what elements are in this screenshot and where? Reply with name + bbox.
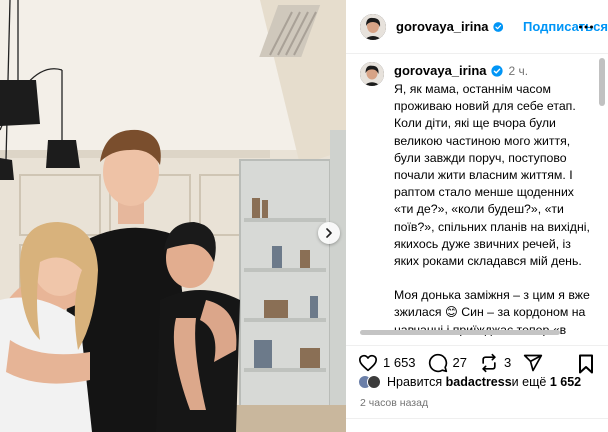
scrollbar-thumb[interactable] <box>599 58 605 106</box>
like-button[interactable]: 1 653 <box>358 354 416 372</box>
caption-paragraph: Моя донька заміжня – з цим я вже зжилася… <box>394 287 594 336</box>
comments-area[interactable]: gorovaya_irina 2 ч. Я, як мама, останнім … <box>346 54 608 336</box>
header-username[interactable]: gorovaya_irina <box>396 19 489 34</box>
avatar <box>367 375 381 389</box>
liked-by-avatars <box>358 375 381 389</box>
next-photo-button[interactable] <box>318 222 340 244</box>
action-bar: 1 653 27 3 <box>346 345 608 379</box>
caption-username[interactable]: gorovaya_irina <box>394 63 487 78</box>
caption: gorovaya_irina 2 ч. Я, як мама, останнім … <box>346 54 608 336</box>
chevron-right-icon <box>326 228 332 238</box>
caption-avatar[interactable] <box>360 62 384 86</box>
liked-by[interactable]: Нравится badactress и ещё 1 652 <box>358 375 581 389</box>
scrollbar-thumb[interactable] <box>360 330 560 335</box>
comment-button[interactable]: 27 <box>428 353 467 373</box>
bookmark-icon[interactable] <box>578 354 594 374</box>
verified-badge-icon <box>490 65 503 77</box>
family-photo-illustration <box>0 0 346 432</box>
vertical-scrollbar[interactable] <box>598 56 606 332</box>
caption-paragraph: Я, як мама, останнім часом проживаю нови… <box>394 82 590 269</box>
post-timestamp[interactable]: 2 часов назад <box>360 397 428 409</box>
liked-by-prefix: Нравится <box>387 375 443 389</box>
avatar[interactable] <box>360 13 386 40</box>
liked-by-others[interactable]: 1 652 <box>550 375 581 389</box>
caption-time[interactable]: 2 ч. <box>509 64 529 78</box>
horizontal-scrollbar[interactable] <box>360 330 596 336</box>
share-button[interactable] <box>523 353 543 373</box>
add-comment-area[interactable] <box>346 418 608 432</box>
likes-count: 1 653 <box>383 355 416 370</box>
liked-by-user[interactable]: badactress <box>446 375 512 389</box>
liked-by-suffix: и ещё <box>511 375 547 389</box>
verified-badge-icon <box>492 21 503 32</box>
post-sidebar: gorovaya_irina Подписаться gorovaya_irin… <box>346 0 608 432</box>
repost-button[interactable]: 3 <box>479 353 511 373</box>
more-horizontal-icon[interactable] <box>578 20 594 34</box>
comments-count: 27 <box>452 355 468 370</box>
comment-icon <box>428 353 447 372</box>
reposts-count: 3 <box>504 355 512 370</box>
repost-icon <box>482 353 496 372</box>
avatar-image <box>360 62 384 86</box>
post-header: gorovaya_irina Подписаться <box>346 0 608 54</box>
post-photo[interactable] <box>0 0 346 432</box>
smile-emoji: 😊 <box>444 305 458 320</box>
heart-icon <box>359 354 377 371</box>
avatar-image <box>360 13 386 40</box>
follow-button[interactable]: Подписаться <box>523 19 608 34</box>
send-icon <box>524 354 543 371</box>
